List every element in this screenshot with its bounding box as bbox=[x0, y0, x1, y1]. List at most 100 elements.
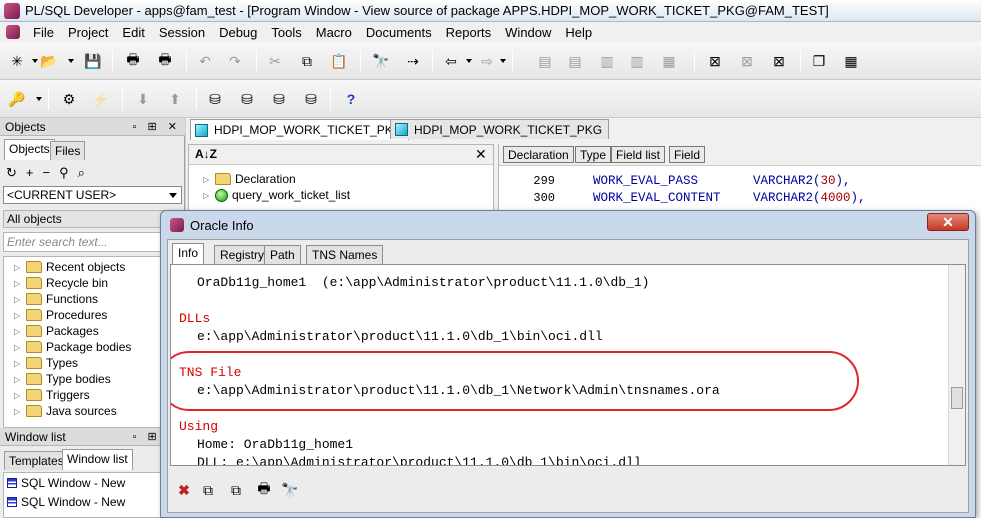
commit-icon[interactable]: ⬇ bbox=[134, 90, 152, 108]
cascade-windows-icon[interactable]: ❐ bbox=[810, 52, 828, 70]
tree-item[interactable]: ▷ Triggers bbox=[14, 387, 90, 403]
add-icon[interactable]: + bbox=[26, 165, 43, 180]
field-list-button[interactable]: Field list bbox=[611, 146, 666, 163]
menu-session[interactable]: Session bbox=[152, 25, 212, 40]
tab-tns-names[interactable]: TNS Names bbox=[306, 245, 384, 264]
gear-icon[interactable]: ⚙ bbox=[60, 90, 78, 108]
cut-icon[interactable]: ✂ bbox=[266, 52, 284, 70]
new-icon[interactable]: ✳ bbox=[8, 52, 26, 70]
tab-files[interactable]: Files bbox=[50, 141, 86, 160]
code-line: WORK_EVAL_PASS bbox=[593, 174, 699, 188]
scrollbar-thumb[interactable] bbox=[951, 387, 963, 409]
menu-reports[interactable]: Reports bbox=[439, 25, 499, 40]
find-icon[interactable]: 🔭 bbox=[372, 52, 390, 70]
command-window-icon[interactable]: ⛁ bbox=[270, 90, 288, 108]
refresh-icon[interactable]: ↻ bbox=[6, 165, 26, 180]
remove-icon[interactable]: − bbox=[43, 165, 60, 180]
user-filter-select[interactable]: <CURRENT USER> bbox=[3, 186, 182, 204]
navigator-item[interactable]: ▷ Declaration bbox=[203, 171, 296, 187]
copy-icon[interactable]: ⧉ bbox=[298, 52, 316, 70]
list-item[interactable]: SQL Window - New bbox=[7, 494, 125, 510]
menu-file[interactable]: File bbox=[26, 25, 61, 40]
save-icon[interactable]: 💾 bbox=[84, 52, 102, 70]
menu-help[interactable]: Help bbox=[558, 25, 599, 40]
delete-icon[interactable]: ✖ bbox=[176, 482, 192, 498]
breakpoint-icon[interactable]: ⊠ bbox=[738, 52, 756, 70]
lowercase-icon[interactable]: ▥ bbox=[628, 52, 646, 70]
menu-macro[interactable]: Macro bbox=[309, 25, 359, 40]
dlls-header: DLLs bbox=[179, 311, 211, 326]
tab-path[interactable]: Path bbox=[264, 245, 301, 264]
tree-item[interactable]: ▷ Procedures bbox=[14, 307, 107, 323]
navigator-item[interactable]: ▷ query_work_ticket_list bbox=[203, 187, 350, 203]
copy-icon[interactable]: ⧉ bbox=[200, 482, 216, 498]
tab-info[interactable]: Info bbox=[172, 243, 205, 265]
paste-icon[interactable]: 📋 bbox=[330, 52, 348, 70]
declaration-button[interactable]: Declaration bbox=[503, 146, 574, 163]
filter-icon[interactable]: ⚲ bbox=[59, 165, 78, 180]
search-input[interactable]: Enter search text... bbox=[3, 232, 182, 252]
tab-registry[interactable]: Registry bbox=[214, 245, 271, 264]
tab-package-body[interactable]: HDPI_MOP_WORK_TICKET_PKG bbox=[390, 119, 610, 139]
toggle-breakpoint-icon[interactable]: ⊠ bbox=[706, 52, 724, 70]
tree-item[interactable]: ▷ Recycle bin bbox=[14, 275, 108, 291]
menu-debug[interactable]: Debug bbox=[212, 25, 264, 40]
find-object-icon[interactable]: ⌕ bbox=[78, 165, 94, 180]
close-icon[interactable]: ✕ bbox=[475, 146, 487, 163]
object-filter-select[interactable]: All objects bbox=[3, 210, 182, 228]
tree-item[interactable]: ▷ Types bbox=[14, 355, 78, 371]
tile-windows-icon[interactable]: ▦ bbox=[842, 52, 860, 70]
undo-icon[interactable]: ↶ bbox=[196, 52, 214, 70]
menu-tools[interactable]: Tools bbox=[264, 25, 308, 40]
rollback-icon[interactable]: ⬆ bbox=[166, 90, 184, 108]
tree-item[interactable]: ▷ Package bodies bbox=[14, 339, 131, 355]
report-window-icon[interactable]: ⛁ bbox=[302, 90, 320, 108]
menu-edit[interactable]: Edit bbox=[115, 25, 151, 40]
tab-objects[interactable]: Objects bbox=[4, 139, 55, 160]
key-icon[interactable]: 🔑 bbox=[8, 90, 26, 108]
menu-window[interactable]: Window bbox=[498, 25, 558, 40]
folder-icon bbox=[26, 373, 42, 385]
indent-icon[interactable]: ▤ bbox=[536, 52, 554, 70]
copy-all-icon[interactable]: ⧉ bbox=[228, 482, 244, 498]
unindent-icon[interactable]: ▤ bbox=[566, 52, 584, 70]
code-line: VARCHAR2(4000), bbox=[753, 191, 866, 205]
field-button[interactable]: Field bbox=[669, 146, 706, 163]
list-item[interactable]: SQL Window - New bbox=[7, 475, 125, 491]
uppercase-icon[interactable]: ▥ bbox=[598, 52, 616, 70]
print-icon[interactable]: 🖶 bbox=[256, 480, 272, 498]
back-icon[interactable]: ⇦ bbox=[442, 52, 460, 70]
debug-icon[interactable]: ⊠ bbox=[770, 52, 788, 70]
print-preview-icon[interactable]: 🖶 bbox=[156, 51, 174, 70]
menu-documents[interactable]: Documents bbox=[359, 25, 439, 40]
tab-window-list[interactable]: Window list bbox=[62, 449, 133, 470]
break-icon[interactable]: ⚡ bbox=[92, 90, 110, 108]
panel-controls-icon[interactable]: ▫ ⊞ ✕ bbox=[133, 120, 181, 133]
tree-item[interactable]: ▷ Packages bbox=[14, 323, 99, 339]
redo-icon[interactable]: ↷ bbox=[226, 52, 244, 70]
tree-item[interactable]: ▷ Functions bbox=[14, 291, 98, 307]
help-icon[interactable]: ? bbox=[342, 90, 360, 108]
objects-toolbar: ↻+−⚲⌕ bbox=[6, 165, 176, 181]
info-content[interactable]: OraDb11g_home1 (e:\app\Administrator\pro… bbox=[170, 264, 966, 466]
document-menu-icon[interactable] bbox=[6, 25, 20, 39]
find-icon[interactable]: 🔭 bbox=[281, 482, 298, 498]
tree-item[interactable]: ▷ Recent objects bbox=[14, 259, 125, 275]
open-folder-icon[interactable]: 📂 bbox=[40, 52, 58, 70]
sql-window-icon[interactable]: ⛁ bbox=[238, 90, 256, 108]
explain-plan-icon[interactable]: ⛁ bbox=[206, 90, 224, 108]
tab-templates[interactable]: Templates bbox=[4, 451, 69, 470]
sort-icon[interactable]: A↓Z bbox=[195, 147, 217, 161]
folder-icon bbox=[26, 277, 42, 289]
find-next-icon[interactable]: ⇢ bbox=[404, 52, 422, 70]
print-icon[interactable]: 🖶 bbox=[124, 51, 142, 70]
menu-project[interactable]: Project bbox=[61, 25, 115, 40]
close-button[interactable]: ✕ bbox=[927, 213, 969, 231]
tree-item[interactable]: ▷ Java sources bbox=[14, 403, 117, 419]
forward-icon[interactable]: ⇨ bbox=[478, 52, 496, 70]
tab-package-spec[interactable]: HDPI_MOP_WORK_TICKET_PKG bbox=[190, 119, 410, 140]
comment-icon[interactable]: ▦ bbox=[660, 52, 678, 70]
type-button[interactable]: Type bbox=[575, 146, 612, 163]
tree-item[interactable]: ▷ Type bodies bbox=[14, 371, 111, 387]
vertical-scrollbar[interactable] bbox=[948, 265, 965, 465]
